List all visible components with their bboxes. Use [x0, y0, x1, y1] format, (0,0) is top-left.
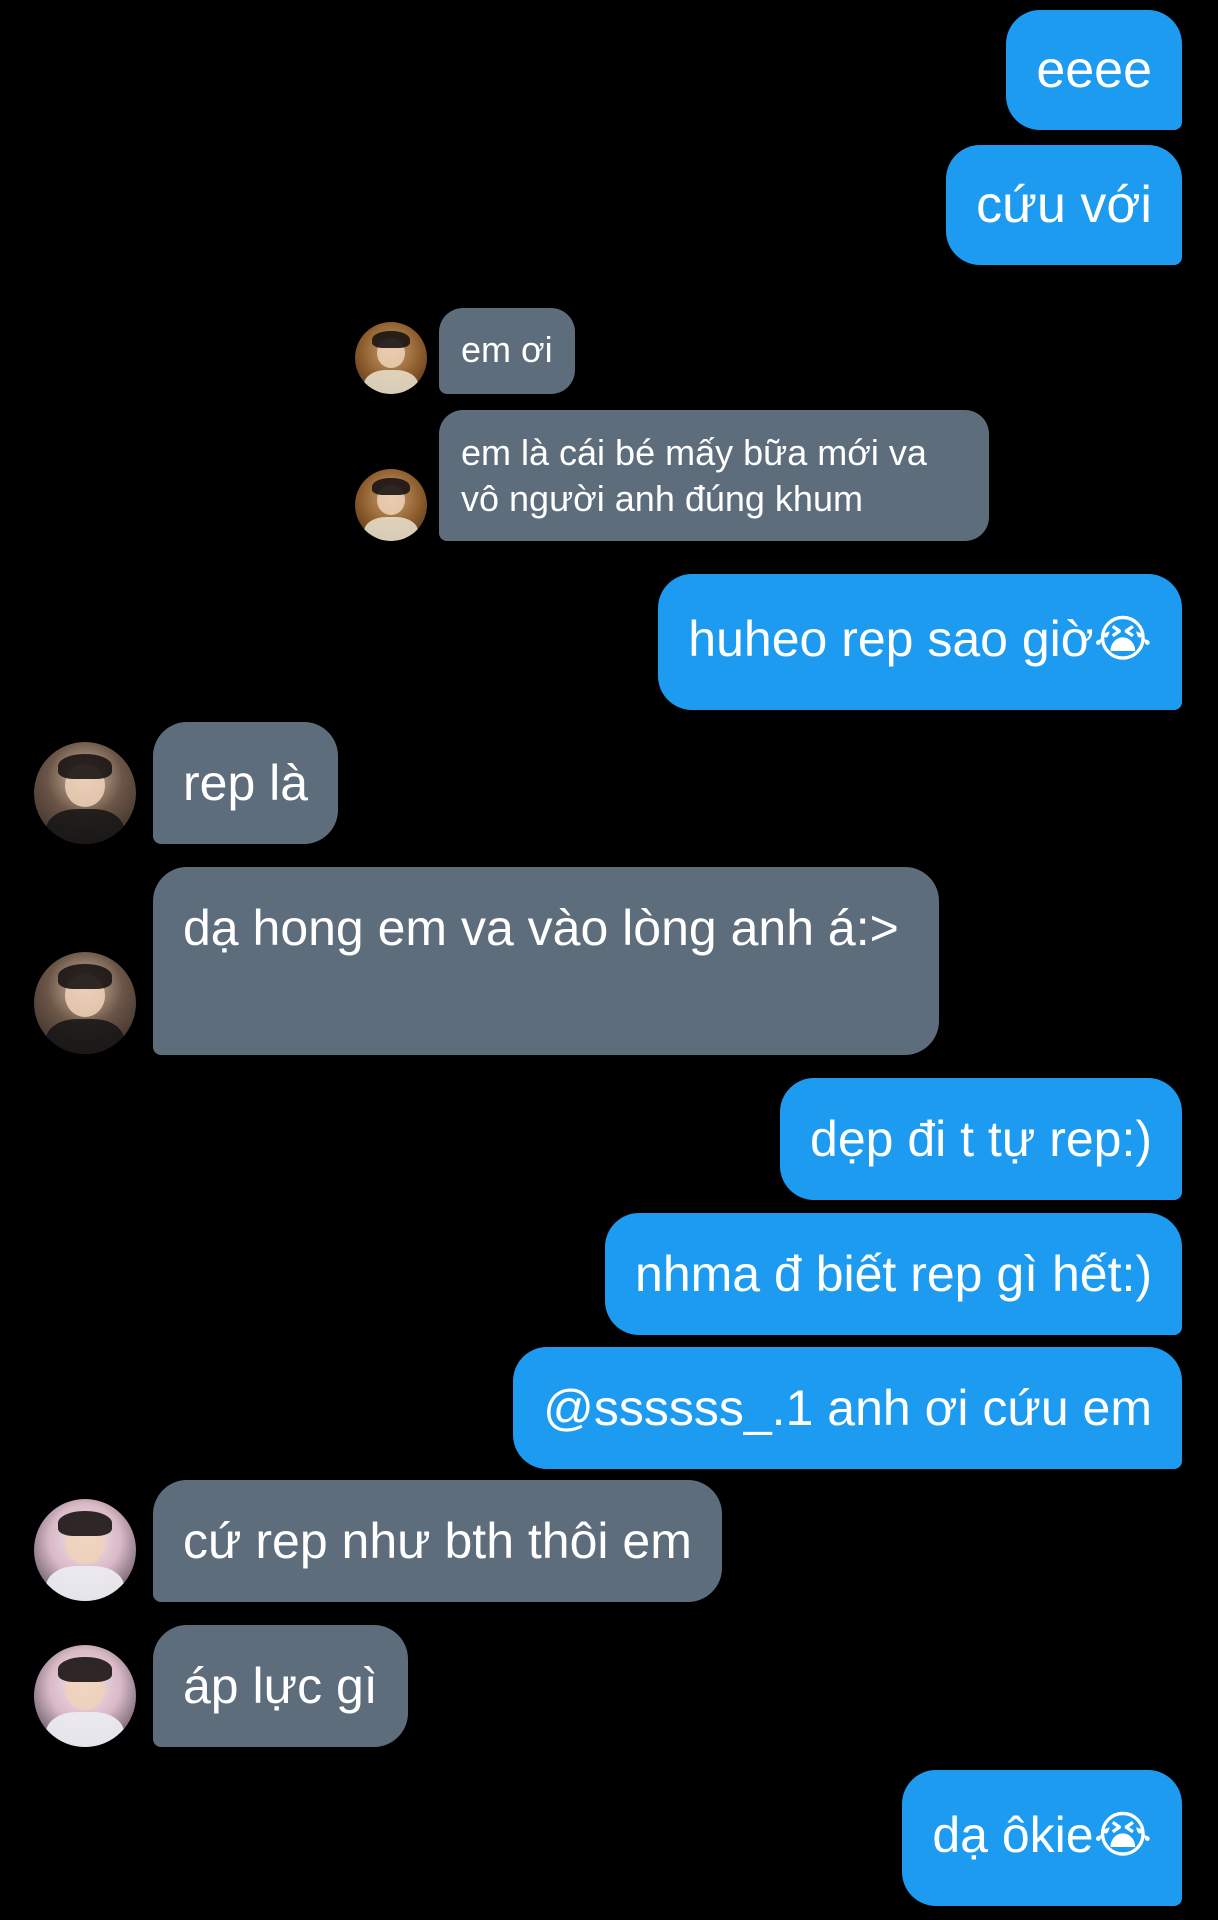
message-text: cứu với — [976, 176, 1152, 234]
message-bubble-incoming[interactable]: em ơi — [439, 308, 575, 394]
avatar-hair — [58, 1511, 112, 1536]
avatar-body — [363, 369, 419, 394]
message-text: áp lực gì — [183, 1658, 378, 1714]
avatar-body — [46, 809, 124, 844]
message-bubble-incoming[interactable]: áp lực gì — [153, 1625, 408, 1747]
message-text: dẹp đi t tự rep:) — [810, 1111, 1152, 1167]
message-bubble-outgoing[interactable]: dạ ôkie😭 — [902, 1770, 1182, 1906]
message-bubble-outgoing[interactable]: @ssssss_.1 anh ơi cứu em — [513, 1347, 1182, 1469]
message-bubble-outgoing[interactable]: dẹp đi t tự rep:) — [780, 1078, 1182, 1200]
message-text: rep là — [183, 755, 309, 811]
message-text: nhma đ biết rep gì hết:) — [635, 1246, 1152, 1302]
message-bubble-incoming[interactable]: rep là — [153, 722, 339, 844]
message-bubble-incoming[interactable]: em là cái bé mấy bữa mới va vô người anh… — [439, 410, 989, 541]
avatar-hair — [58, 964, 112, 989]
avatar-hair — [372, 330, 410, 348]
message-text: eeee — [1036, 41, 1152, 99]
avatar-body — [46, 1712, 124, 1747]
message-text: dạ hong em va vào lòng anh á:> — [183, 900, 899, 956]
user-avatar[interactable] — [34, 1499, 136, 1601]
message-text: dạ ôkie😭 — [932, 1807, 1152, 1863]
message-text: cứ rep như bth thôi em — [183, 1513, 692, 1569]
avatar-hair — [372, 477, 410, 495]
message-bubble-outgoing[interactable]: cứu với — [946, 145, 1182, 265]
user-avatar[interactable] — [34, 952, 136, 1054]
message-bubble-outgoing[interactable]: huheo rep sao giờ😭 — [658, 574, 1182, 710]
avatar-body — [46, 1566, 124, 1601]
avatar-hair — [58, 1657, 112, 1682]
message-bubble-incoming[interactable]: dạ hong em va vào lòng anh á:> — [153, 867, 939, 1055]
user-avatar[interactable] — [355, 469, 427, 541]
message-text: huheo rep sao giờ😭 — [688, 611, 1152, 667]
message-bubble-incoming[interactable]: cứ rep như bth thôi em — [153, 1480, 722, 1602]
message-bubble-outgoing[interactable]: nhma đ biết rep gì hết:) — [605, 1213, 1182, 1335]
user-avatar[interactable] — [34, 1645, 136, 1747]
user-avatar[interactable] — [34, 742, 136, 844]
avatar-body — [46, 1019, 124, 1054]
user-avatar[interactable] — [355, 322, 427, 394]
message-text: em là cái bé mấy bữa mới va vô người anh… — [461, 432, 927, 519]
avatar-body — [363, 516, 419, 541]
avatar-hair — [58, 754, 112, 779]
message-text: @ssssss_.1 anh ơi cứu em — [543, 1380, 1152, 1436]
message-bubble-outgoing[interactable]: eeee — [1006, 10, 1182, 130]
message-text: em ơi — [461, 329, 553, 370]
